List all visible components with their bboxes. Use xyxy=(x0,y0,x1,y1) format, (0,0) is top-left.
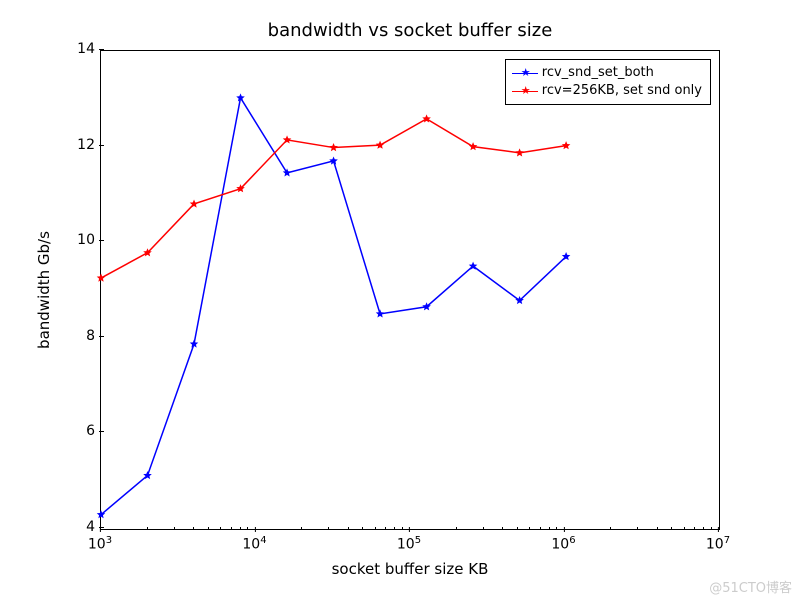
x-minor-tick xyxy=(540,527,541,530)
x-minor-tick xyxy=(247,527,248,530)
y-tick: 8 xyxy=(60,328,95,344)
x-minor-tick xyxy=(208,527,209,530)
star-icon xyxy=(376,141,385,149)
legend-label-0: rcv_snd_set_both xyxy=(542,64,654,82)
x-tick: 105 xyxy=(397,535,421,553)
y-tick: 12 xyxy=(60,137,95,153)
x-minor-tick xyxy=(657,527,658,530)
star-icon xyxy=(190,340,199,348)
star-icon xyxy=(97,274,106,282)
figure: bandwidth vs socket buffer size ★ rcv_sn… xyxy=(0,0,800,600)
y-axis-label: bandwidth Gb/s xyxy=(35,50,55,530)
x-minor-tick xyxy=(362,527,363,530)
x-minor-tick xyxy=(375,527,376,530)
y-tick: 10 xyxy=(60,232,95,248)
x-minor-tick xyxy=(549,527,550,530)
x-minor-tick xyxy=(240,527,241,530)
x-tick: 106 xyxy=(551,535,575,553)
x-minor-tick xyxy=(610,527,611,530)
legend-swatch-0: ★ xyxy=(512,73,538,74)
x-minor-tick xyxy=(385,527,386,530)
y-tick: 4 xyxy=(60,519,95,535)
watermark: @51CTO博客 xyxy=(709,577,792,596)
legend-entry-0: ★ rcv_snd_set_both xyxy=(512,64,702,82)
star-icon xyxy=(329,143,338,151)
x-tick: 104 xyxy=(242,535,266,553)
star-icon xyxy=(376,309,385,317)
star-icon xyxy=(469,142,478,150)
series-line-1 xyxy=(101,119,566,278)
star-icon xyxy=(283,168,292,176)
x-minor-tick xyxy=(301,527,302,530)
axes: ★ rcv_snd_set_both ★ rcv=256KB, set snd … xyxy=(100,50,720,530)
x-minor-tick xyxy=(517,527,518,530)
star-icon xyxy=(562,141,571,149)
x-minor-tick xyxy=(328,527,329,530)
plot-area xyxy=(101,51,719,529)
x-minor-tick xyxy=(394,527,395,530)
x-tick: 103 xyxy=(88,535,112,553)
x-minor-tick xyxy=(483,527,484,530)
x-minor-tick xyxy=(220,527,221,530)
x-minor-tick xyxy=(556,527,557,530)
legend-swatch-1: ★ xyxy=(512,91,538,92)
y-tick: 6 xyxy=(60,423,95,439)
x-minor-tick xyxy=(402,527,403,530)
star-icon xyxy=(515,148,524,156)
x-minor-tick xyxy=(694,527,695,530)
x-minor-tick xyxy=(711,527,712,530)
x-minor-tick xyxy=(703,527,704,530)
chart-title: bandwidth vs socket buffer size xyxy=(100,20,720,41)
y-tick: 14 xyxy=(60,41,95,57)
x-minor-tick xyxy=(456,527,457,530)
x-minor-tick xyxy=(174,527,175,530)
x-minor-tick xyxy=(348,527,349,530)
legend-entry-1: ★ rcv=256KB, set snd only xyxy=(512,82,702,100)
x-minor-tick xyxy=(147,527,148,530)
x-minor-tick xyxy=(231,527,232,530)
x-minor-tick xyxy=(637,527,638,530)
legend-label-1: rcv=256KB, set snd only xyxy=(542,82,702,100)
x-minor-tick xyxy=(671,527,672,530)
x-minor-tick xyxy=(502,527,503,530)
x-tick: 107 xyxy=(706,535,730,553)
x-minor-tick xyxy=(529,527,530,530)
legend: ★ rcv_snd_set_both ★ rcv=256KB, set snd … xyxy=(505,59,711,105)
x-axis-label: socket buffer size KB xyxy=(100,560,720,578)
x-minor-tick xyxy=(684,527,685,530)
x-minor-tick xyxy=(193,527,194,530)
